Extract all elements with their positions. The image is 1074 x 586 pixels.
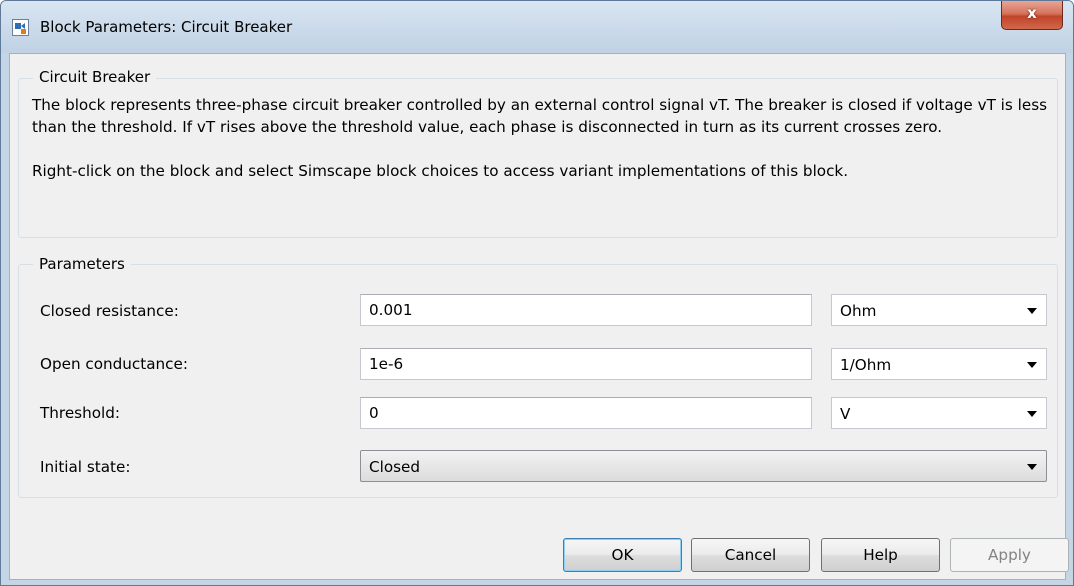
help-button[interactable]: Help: [821, 538, 940, 572]
close-button[interactable]: x: [1001, 1, 1063, 30]
initial-state-value: Closed: [369, 458, 421, 476]
description-paragraph: The block represents three-phase circuit…: [32, 96, 1048, 136]
threshold-label: Threshold:: [40, 404, 120, 422]
open-conductance-input[interactable]: [360, 348, 812, 380]
cancel-button[interactable]: Cancel: [691, 538, 810, 572]
description-group-legend: Circuit Breaker: [33, 68, 157, 86]
closed-resistance-label: Closed resistance:: [40, 302, 179, 320]
parameters-group-legend: Parameters: [33, 255, 131, 273]
initial-state-select[interactable]: Closed: [360, 450, 1047, 482]
threshold-unit-select[interactable]: V: [831, 397, 1047, 429]
threshold-input[interactable]: [360, 397, 812, 429]
open-conductance-label: Open conductance:: [40, 355, 188, 373]
dialog-body: Circuit Breaker The block represents thr…: [9, 53, 1069, 580]
closed-resistance-input[interactable]: [360, 294, 812, 326]
ok-button[interactable]: OK: [563, 538, 682, 572]
chevron-down-icon: [1027, 464, 1037, 470]
description-paragraph: Right-click on the block and select Sims…: [32, 162, 849, 180]
title-bar[interactable]: Block Parameters: Circuit Breaker x: [1, 1, 1073, 53]
window-title: Block Parameters: Circuit Breaker: [40, 18, 293, 36]
chevron-down-icon: [1027, 308, 1037, 314]
dialog-window: Block Parameters: Circuit Breaker x Circ…: [0, 0, 1074, 586]
block-description: The block represents three-phase circuit…: [32, 94, 1052, 182]
closed-resistance-unit-value: Ohm: [840, 302, 877, 320]
threshold-unit-value: V: [840, 405, 851, 423]
closed-resistance-unit-select[interactable]: Ohm: [831, 294, 1047, 326]
initial-state-label: Initial state:: [40, 458, 131, 476]
close-icon: x: [1027, 4, 1037, 22]
apply-button[interactable]: Apply: [950, 538, 1069, 572]
chevron-down-icon: [1027, 411, 1037, 417]
open-conductance-unit-value: 1/Ohm: [840, 356, 892, 374]
simulink-block-icon: [12, 19, 29, 36]
chevron-down-icon: [1027, 362, 1037, 368]
open-conductance-unit-select[interactable]: 1/Ohm: [831, 348, 1047, 380]
